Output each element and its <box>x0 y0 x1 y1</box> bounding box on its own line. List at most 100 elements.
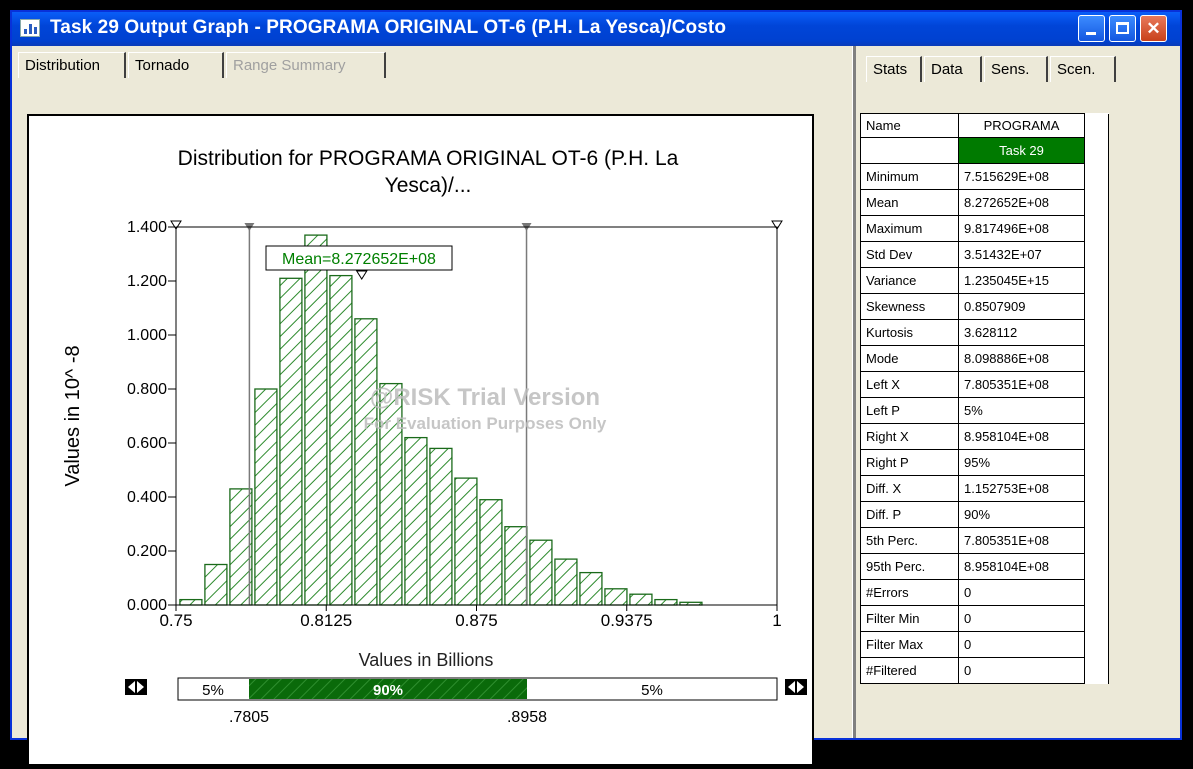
stats-row[interactable]: Right X 8.958104E+08 <box>860 423 1109 450</box>
histogram-bar <box>279 277 303 606</box>
tab-stats[interactable]: Stats <box>866 56 922 82</box>
x-tick-label: 0.8125 <box>300 611 352 630</box>
stats-label: Filter Max <box>860 631 959 658</box>
distribution-chart[interactable]: Distribution for PROGRAMA ORIGINAL OT-6 … <box>29 116 812 764</box>
stats-row[interactable]: Kurtosis 3.628112 <box>860 319 1109 346</box>
stats-column-name[interactable]: PROGRAMA <box>958 113 1085 138</box>
y-axis: 0.0000.2000.4000.6000.8001.0001.2001.400 <box>127 219 177 614</box>
tab-sens[interactable]: Sens. <box>984 56 1048 82</box>
stats-label: 95th Perc. <box>860 553 959 580</box>
histogram-bar <box>304 234 328 606</box>
mean-label-text: Mean=8.272652E+08 <box>282 251 436 268</box>
x-tick-label: 1 <box>772 611 781 630</box>
stats-value: 0.8507909 <box>958 293 1085 320</box>
tab-distribution[interactable]: Distribution <box>18 52 126 78</box>
maximize-button[interactable] <box>1109 15 1136 42</box>
stats-value: 7.805351E+08 <box>958 527 1085 554</box>
x-axis-title: Values in Billions <box>359 650 494 670</box>
histogram-bar <box>329 274 353 606</box>
stats-row[interactable]: Left X 7.805351E+08 <box>860 371 1109 398</box>
delimiter-right-pct: 5% <box>641 682 663 699</box>
histogram-bar <box>204 563 228 606</box>
stats-row[interactable]: Maximum 9.817496E+08 <box>860 215 1109 242</box>
stats-row[interactable]: Minimum 7.515629E+08 <box>860 163 1109 190</box>
tab-range-summary[interactable]: Range Summary <box>226 52 386 78</box>
mean-marker <box>355 270 368 280</box>
minimize-button[interactable] <box>1078 15 1105 42</box>
stats-value: 3.51432E+07 <box>958 241 1085 268</box>
histogram-bar <box>654 598 678 606</box>
histogram-bar <box>254 388 278 606</box>
histogram-bar <box>229 488 253 606</box>
pane-splitter[interactable] <box>852 46 856 738</box>
histogram-bar <box>554 558 578 606</box>
mean-label: Mean=8.272652E+08 <box>265 245 453 271</box>
watermark-line2: For Evaluation Purposes Only <box>364 414 607 433</box>
stats-row[interactable]: Diff. X 1.152753E+08 <box>860 475 1109 502</box>
stats-row[interactable]: Filter Min 0 <box>860 605 1109 632</box>
stats-row[interactable]: Right P 95% <box>860 449 1109 476</box>
y-tick-label: 0.600 <box>127 435 167 452</box>
delimiter-bar[interactable]: 5% 90% 5% .7805 .8958 <box>125 677 807 726</box>
stats-row[interactable]: Filter Max 0 <box>860 631 1109 658</box>
tab-tornado[interactable]: Tornado <box>128 52 224 78</box>
stats-value: 0 <box>958 579 1085 606</box>
stats-label: Mode <box>860 345 959 372</box>
stats-label: Filter Min <box>860 605 959 632</box>
title-bar[interactable]: Task 29 Output Graph - PROGRAMA ORIGINAL… <box>12 12 1180 46</box>
window-title: Task 29 Output Graph - PROGRAMA ORIGINAL… <box>50 17 727 38</box>
stats-label: #Filtered <box>860 657 959 684</box>
plot-frame: Distribution for PROGRAMA ORIGINAL OT-6 … <box>27 114 814 766</box>
stats-row[interactable]: Mean 8.272652E+08 <box>860 189 1109 216</box>
stats-label: Mean <box>860 189 959 216</box>
y-axis-title: Values in 10^ -8 <box>62 345 84 486</box>
stats-row[interactable]: #Filtered 0 <box>860 657 1109 684</box>
tab-data[interactable]: Data <box>924 56 982 82</box>
stats-row[interactable]: 5th Perc. 7.805351E+08 <box>860 527 1109 554</box>
stats-label: Minimum <box>860 163 959 190</box>
maximize-icon <box>1116 22 1129 34</box>
stats-value: 1.152753E+08 <box>958 475 1085 502</box>
right-scroll-arrows-icon[interactable] <box>785 679 807 695</box>
stats-row[interactable]: Std Dev 3.51432E+07 <box>860 241 1109 268</box>
left-scroll-arrows-icon[interactable] <box>125 679 147 695</box>
stats-value: 0 <box>958 657 1085 684</box>
histogram-bar <box>479 499 503 606</box>
histogram-bar <box>429 447 453 606</box>
stats-label: Skewness <box>860 293 959 320</box>
stats-label: Kurtosis <box>860 319 959 346</box>
stats-row[interactable]: Mode 8.098886E+08 <box>860 345 1109 372</box>
stats-row[interactable]: #Errors 0 <box>860 579 1109 606</box>
stats-value: 8.958104E+08 <box>958 553 1085 580</box>
x-tick-label: 0.75 <box>159 611 192 630</box>
stats-value: 5% <box>958 397 1085 424</box>
stats-value: 8.958104E+08 <box>958 423 1085 450</box>
stats-row[interactable]: 95th Perc. 8.958104E+08 <box>860 553 1109 580</box>
stats-label: Left X <box>860 371 959 398</box>
delimiter-left-pct: 5% <box>202 682 224 699</box>
y-tick-label: 1.000 <box>127 327 167 344</box>
stats-row[interactable]: Skewness 0.8507909 <box>860 293 1109 320</box>
stats-value: 9.817496E+08 <box>958 215 1085 242</box>
stats-column-task[interactable]: Task 29 <box>958 137 1085 164</box>
stats-value: 95% <box>958 449 1085 476</box>
histogram-bar <box>579 571 603 606</box>
stats-label: Maximum <box>860 215 959 242</box>
stats-value: 90% <box>958 501 1085 528</box>
delimiter-left-value: .7805 <box>229 709 269 726</box>
close-button[interactable]: ✕ <box>1140 15 1167 42</box>
tab-scen[interactable]: Scen. <box>1050 56 1116 82</box>
stats-value: 1.235045E+15 <box>958 267 1085 294</box>
stats-label: Variance <box>860 267 959 294</box>
chart-title-line1: Distribution for PROGRAMA ORIGINAL OT-6 … <box>178 147 679 170</box>
stats-row[interactable]: Variance 1.235045E+15 <box>860 267 1109 294</box>
y-tick-label: 0.400 <box>127 489 167 506</box>
stats-label: Right P <box>860 449 959 476</box>
stats-row[interactable]: Left P 5% <box>860 397 1109 424</box>
delimiter-right-value: .8958 <box>507 709 547 726</box>
histogram-bar <box>454 477 478 606</box>
stats-row[interactable]: Diff. P 90% <box>860 501 1109 528</box>
stats-label: Left P <box>860 397 959 424</box>
histogram-bar <box>529 539 553 606</box>
stats-label: #Errors <box>860 579 959 606</box>
